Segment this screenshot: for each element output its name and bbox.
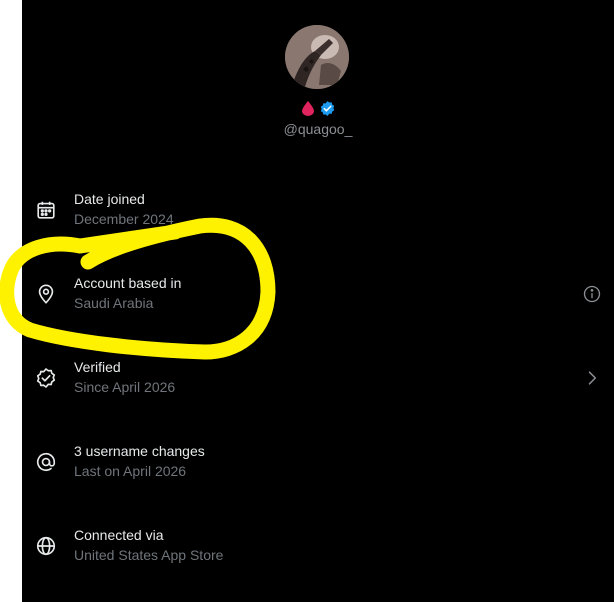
calendar-icon bbox=[35, 199, 57, 221]
row-subtitle: United States App Store bbox=[74, 547, 224, 563]
blood-drop-icon bbox=[301, 100, 315, 116]
chevron-right-icon[interactable] bbox=[582, 368, 602, 388]
profile-handle[interactable]: @quagoo_ bbox=[22, 121, 614, 137]
at-sign-icon bbox=[35, 451, 57, 473]
row-title: Verified bbox=[74, 359, 121, 375]
row-subtitle: Since April 2026 bbox=[74, 379, 176, 395]
row-date-joined: Date joined December 2024 bbox=[22, 180, 614, 240]
profile-badges bbox=[22, 99, 614, 117]
about-account-panel: @quagoo_ Date joined December 2024 Accou… bbox=[22, 0, 614, 602]
row-subtitle: Saudi Arabia bbox=[74, 295, 154, 311]
row-title: 3 username changes bbox=[74, 443, 205, 459]
row-title: Connected via bbox=[74, 527, 164, 543]
row-title: Date joined bbox=[74, 191, 145, 207]
verified-badge-icon[interactable] bbox=[319, 100, 336, 117]
avatar[interactable] bbox=[285, 25, 349, 89]
info-icon[interactable] bbox=[582, 284, 602, 304]
row-account-based-in[interactable]: Account based in Saudi Arabia bbox=[22, 264, 614, 324]
location-pin-icon bbox=[35, 283, 57, 305]
row-subtitle: December 2024 bbox=[74, 211, 174, 227]
avatar-photo bbox=[285, 25, 349, 89]
row-title: Account based in bbox=[74, 275, 182, 291]
globe-icon bbox=[35, 535, 57, 557]
verified-check-icon bbox=[35, 367, 57, 389]
row-verified[interactable]: Verified Since April 2026 bbox=[22, 348, 614, 408]
row-subtitle: Last on April 2026 bbox=[74, 463, 187, 479]
row-connected-via: Connected via United States App Store bbox=[22, 516, 614, 576]
row-username-changes[interactable]: 3 username changes Last on April 2026 bbox=[22, 432, 614, 492]
